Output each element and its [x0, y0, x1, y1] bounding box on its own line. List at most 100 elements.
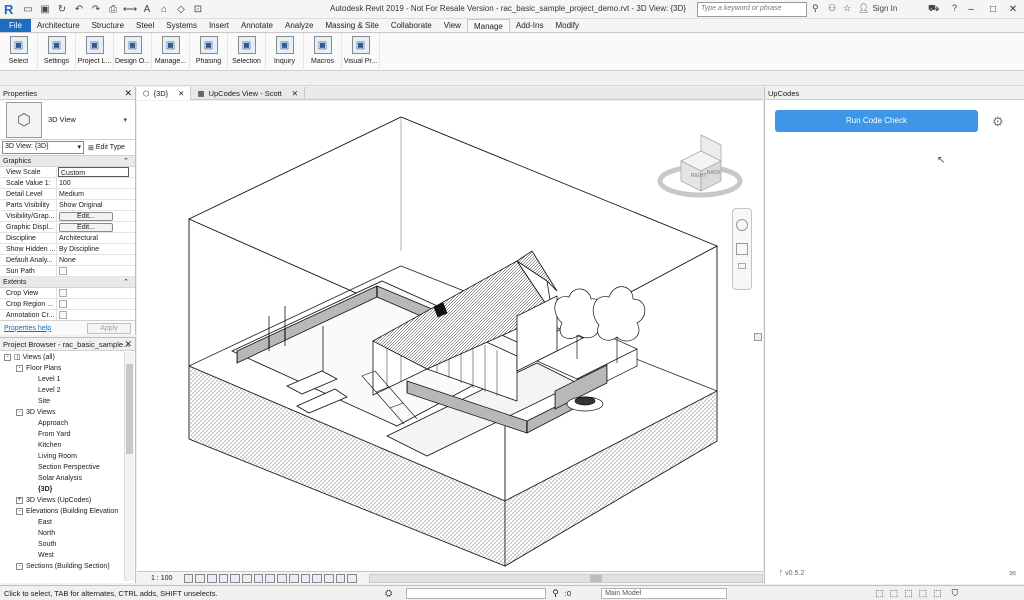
tab-collaborate[interactable]: Collaborate	[385, 19, 438, 32]
property-value[interactable]: Show Original	[57, 200, 135, 210]
search-binoculars-icon[interactable]: ⚲	[812, 3, 819, 14]
checkbox[interactable]	[59, 289, 67, 297]
edit-type-button[interactable]: ⊞ Edit Type	[88, 144, 125, 152]
tab-file[interactable]: File	[0, 19, 31, 32]
property-value[interactable]: Edit...	[57, 222, 135, 232]
select-by-face-icon[interactable]: ⬚	[919, 588, 928, 599]
tab-insert[interactable]: Insert	[203, 19, 235, 32]
property-value[interactable]	[57, 299, 135, 309]
ribbon-button-macros[interactable]: ▣ Macros	[304, 33, 342, 71]
filter-icon[interactable]: ⚲	[552, 588, 559, 599]
tree-item[interactable]: Kitchen	[0, 440, 135, 451]
browser-scrollbar[interactable]	[124, 352, 134, 581]
close-hidden-icon[interactable]: ⊡	[191, 2, 205, 16]
analytical-model-icon[interactable]	[312, 573, 322, 583]
close-icon[interactable]: ✕	[1002, 0, 1024, 19]
tab-annotate[interactable]: Annotate	[235, 19, 279, 32]
tab-analyze[interactable]: Analyze	[279, 19, 319, 32]
measure-icon[interactable]: ⟷	[123, 2, 137, 16]
reveal-hidden-icon[interactable]	[288, 573, 299, 583]
tree-item[interactable]: {3D}	[0, 484, 135, 495]
tree-item[interactable]: Approach	[0, 418, 135, 429]
tab-manage[interactable]: Manage	[466, 19, 510, 32]
lock-view-icon[interactable]	[265, 573, 276, 583]
sync-icon[interactable]: ↻	[55, 2, 69, 16]
select-pinned-icon[interactable]: ⬚	[904, 588, 913, 599]
properties-help-link[interactable]: Properties help	[4, 325, 51, 332]
collapse-icon[interactable]: -	[16, 563, 23, 570]
horizontal-scroll-thumb[interactable]	[589, 574, 602, 582]
minimize-icon[interactable]: –	[960, 0, 982, 19]
edit-button[interactable]: Edit...	[59, 212, 113, 221]
highlight-displacement-icon[interactable]	[323, 573, 334, 583]
tree-item[interactable]: - ◫ Views (all)	[0, 352, 135, 363]
visual-style-icon[interactable]	[195, 573, 206, 583]
collapse-icon[interactable]: -	[16, 365, 23, 372]
tree-item[interactable]: Site	[0, 396, 135, 407]
property-value[interactable]	[57, 266, 135, 276]
ribbon-button-settings[interactable]: ▣ Settings	[38, 33, 76, 71]
tree-item[interactable]: West	[0, 550, 135, 561]
tree-item[interactable]: Level 1	[0, 374, 135, 385]
reveal-constraints-icon[interactable]	[335, 573, 346, 583]
ribbon-button-manage[interactable]: ▣ Manage...	[152, 33, 190, 71]
close-icon[interactable]: ✕	[178, 87, 184, 100]
3d-viewport[interactable]: RIGHT BACK	[137, 101, 763, 571]
save-icon[interactable]: ▣	[38, 2, 52, 16]
browser-scroll-thumb[interactable]	[126, 364, 133, 454]
tree-item[interactable]: North	[0, 528, 135, 539]
design-option-selector[interactable]: Main Model	[601, 587, 728, 599]
open-icon[interactable]: ▭	[21, 2, 35, 16]
expand-icon[interactable]: +	[16, 497, 23, 504]
checkbox[interactable]	[59, 300, 67, 308]
gear-icon[interactable]: ⚙	[992, 114, 1004, 130]
ribbon-button-visual-pr[interactable]: ▣ Visual Pr...	[342, 33, 380, 71]
property-value[interactable]	[57, 288, 135, 298]
tab-systems[interactable]: Systems	[160, 19, 203, 32]
property-value[interactable]: None	[57, 255, 135, 265]
worksharing-display-icon[interactable]	[300, 573, 311, 583]
tree-item[interactable]: - Sections (Building Section)	[0, 561, 135, 572]
ribbon-button-selection[interactable]: ▣ Selection	[228, 33, 266, 71]
section-icon[interactable]: ◇	[174, 2, 188, 16]
view-tab[interactable]: ⬡ {3D} ✕	[137, 87, 192, 100]
tab-view[interactable]: View	[438, 19, 467, 32]
property-value[interactable]: By Discipline	[57, 244, 135, 254]
tree-item[interactable]: South	[0, 539, 135, 550]
collapse-icon[interactable]: -	[4, 354, 11, 361]
worksets-icon[interactable]: ⛭	[385, 588, 392, 599]
render-icon[interactable]	[230, 573, 241, 583]
checkbox[interactable]	[59, 311, 67, 319]
select-links-icon[interactable]: ⬚	[875, 588, 884, 599]
temp-hide-icon[interactable]	[277, 573, 287, 583]
checkbox[interactable]	[59, 267, 67, 275]
tree-item[interactable]: Level 2	[0, 385, 135, 396]
tag-icon[interactable]: A	[140, 2, 154, 16]
collapse-icon[interactable]: -	[16, 508, 23, 515]
feedback-icon[interactable]: ✉	[1009, 569, 1016, 578]
edit-button[interactable]: Edit...	[59, 223, 113, 232]
steering-wheel-icon[interactable]	[736, 219, 748, 231]
property-group-graphics[interactable]: Graphics ⌃	[0, 156, 135, 167]
splitter-handle-icon[interactable]	[754, 333, 762, 341]
tree-item[interactable]: Solar Analysis	[0, 473, 135, 484]
tab-steel[interactable]: Steel	[130, 19, 160, 32]
collapse-icon[interactable]: ⌃	[123, 277, 129, 287]
shadows-icon[interactable]	[218, 573, 229, 583]
ribbon-button-design-o[interactable]: ▣ Design O...	[114, 33, 152, 71]
tab-architecture[interactable]: Architecture	[31, 19, 86, 32]
maximize-icon[interactable]: □	[982, 0, 1004, 19]
filter-selection-icon[interactable]: ⛉	[952, 588, 959, 599]
property-value[interactable]: Edit...	[57, 211, 135, 221]
horizontal-scrollbar[interactable]	[368, 573, 764, 583]
tab-structure[interactable]: Structure	[86, 19, 130, 32]
favorites-icon[interactable]: ☆	[843, 3, 851, 14]
print-icon[interactable]: ⎙	[106, 2, 120, 16]
ribbon-button-inquiry[interactable]: ▣ Inquiry	[266, 33, 304, 71]
sign-in-button[interactable]: 👤︎ Sign In	[858, 3, 897, 14]
close-icon[interactable]: ✕	[292, 87, 298, 100]
ribbon-button-phasing[interactable]: ▣ Phasing	[190, 33, 228, 71]
tree-item[interactable]: +3D Views (UpCodes)	[0, 495, 135, 506]
view-tab[interactable]: ▦ UpCodes View - Scott ✕	[191, 87, 306, 100]
undo-icon[interactable]: ↶	[72, 2, 86, 16]
